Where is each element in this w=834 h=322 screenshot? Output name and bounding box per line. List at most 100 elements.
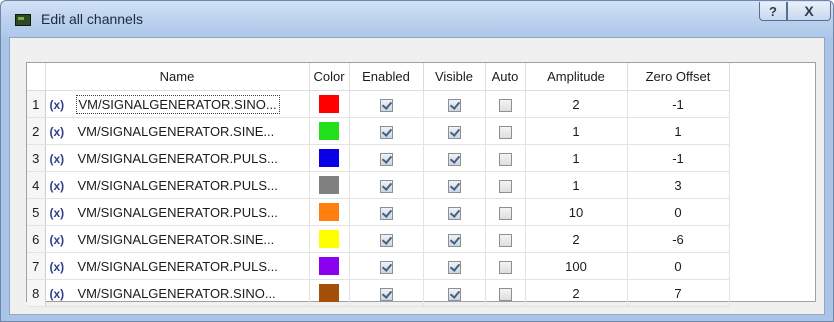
enabled-checkbox[interactable] xyxy=(379,287,393,301)
table-row[interactable]: 5 (x) VM/SIGNALGENERATOR.PULS... 10 0 xyxy=(27,198,730,226)
visible-cell xyxy=(423,225,486,253)
enabled-cell xyxy=(349,279,424,307)
enabled-cell xyxy=(349,252,424,280)
channel-name-cell[interactable]: (x) VM/SIGNALGENERATOR.PULS... xyxy=(45,144,310,172)
dialog-client-area: Name Color Enabled Visible Auto Amplitud… xyxy=(9,37,825,315)
color-swatch[interactable] xyxy=(319,203,339,221)
auto-checkbox[interactable] xyxy=(498,125,512,139)
expression-icon: (x) xyxy=(49,286,65,301)
zero-offset-cell[interactable]: 3 xyxy=(627,171,730,199)
amplitude-cell[interactable]: 10 xyxy=(525,198,628,226)
color-cell[interactable] xyxy=(309,117,350,145)
channel-name[interactable]: VM/SIGNALGENERATOR.PULS... xyxy=(76,258,280,275)
visible-checkbox[interactable] xyxy=(447,152,461,166)
header-name[interactable]: Name xyxy=(45,63,310,91)
channel-name[interactable]: VM/SIGNALGENERATOR.PULS... xyxy=(76,204,280,221)
auto-checkbox[interactable] xyxy=(498,98,512,112)
zero-offset-cell[interactable]: -6 xyxy=(627,225,730,253)
header-color[interactable]: Color xyxy=(309,63,350,91)
channel-name[interactable]: VM/SIGNALGENERATOR.PULS... xyxy=(76,177,280,194)
zero-offset-cell[interactable]: -1 xyxy=(627,90,730,118)
color-swatch[interactable] xyxy=(319,230,339,248)
amplitude-cell[interactable]: 1 xyxy=(525,171,628,199)
row-number: 7 xyxy=(27,252,46,280)
visible-checkbox[interactable] xyxy=(447,206,461,220)
enabled-checkbox[interactable] xyxy=(379,125,393,139)
channel-name-cell[interactable]: (x) VM/SIGNALGENERATOR.PULS... xyxy=(45,252,310,280)
title-bar[interactable]: Edit all channels ? X xyxy=(1,1,833,37)
enabled-checkbox[interactable] xyxy=(379,179,393,193)
header-enabled[interactable]: Enabled xyxy=(349,63,424,91)
zero-offset-cell[interactable]: -1 xyxy=(627,144,730,172)
auto-checkbox[interactable] xyxy=(498,152,512,166)
table-row[interactable]: 3 (x) VM/SIGNALGENERATOR.PULS... 1 -1 xyxy=(27,144,730,172)
amplitude-cell[interactable]: 2 xyxy=(525,90,628,118)
header-amplitude[interactable]: Amplitude xyxy=(525,63,628,91)
channel-name[interactable]: VM/SIGNALGENERATOR.SINE... xyxy=(76,123,277,140)
amplitude-cell[interactable]: 1 xyxy=(525,144,628,172)
visible-checkbox[interactable] xyxy=(447,98,461,112)
auto-checkbox[interactable] xyxy=(498,233,512,247)
zero-offset-cell[interactable]: 1 xyxy=(627,117,730,145)
enabled-checkbox[interactable] xyxy=(379,98,393,112)
visible-checkbox[interactable] xyxy=(447,260,461,274)
channel-name[interactable]: VM/SIGNALGENERATOR.SINO... xyxy=(75,94,280,114)
channel-name[interactable]: VM/SIGNALGENERATOR.PULS... xyxy=(76,150,280,167)
color-cell[interactable] xyxy=(309,225,350,253)
help-button[interactable]: ? xyxy=(759,2,787,21)
header-visible[interactable]: Visible xyxy=(423,63,486,91)
expression-icon: (x) xyxy=(49,232,65,247)
header-auto[interactable]: Auto xyxy=(485,63,526,91)
table-row[interactable]: 4 (x) VM/SIGNALGENERATOR.PULS... 1 3 xyxy=(27,171,730,199)
auto-cell xyxy=(485,225,526,253)
zero-offset-cell[interactable]: 0 xyxy=(627,198,730,226)
table-row[interactable]: 7 (x) VM/SIGNALGENERATOR.PULS... 100 0 xyxy=(27,252,730,280)
table-row[interactable]: 2 (x) VM/SIGNALGENERATOR.SINE... 1 1 xyxy=(27,117,730,145)
table-row[interactable]: 6 (x) VM/SIGNALGENERATOR.SINE... 2 -6 xyxy=(27,225,730,253)
channel-name-cell[interactable]: (x) VM/SIGNALGENERATOR.SINO... xyxy=(45,90,310,118)
color-cell[interactable] xyxy=(309,144,350,172)
visible-checkbox[interactable] xyxy=(447,179,461,193)
enabled-checkbox[interactable] xyxy=(379,233,393,247)
auto-checkbox[interactable] xyxy=(498,206,512,220)
channel-name-cell[interactable]: (x) VM/SIGNALGENERATOR.SINE... xyxy=(45,117,310,145)
visible-checkbox[interactable] xyxy=(447,233,461,247)
amplitude-cell[interactable]: 100 xyxy=(525,252,628,280)
color-cell[interactable] xyxy=(309,171,350,199)
enabled-checkbox[interactable] xyxy=(379,152,393,166)
color-cell[interactable] xyxy=(309,90,350,118)
enabled-checkbox[interactable] xyxy=(379,260,393,274)
amplitude-cell[interactable]: 2 xyxy=(525,279,628,307)
close-button[interactable]: X xyxy=(787,2,831,21)
color-swatch[interactable] xyxy=(319,257,339,275)
color-cell[interactable] xyxy=(309,198,350,226)
channel-name-cell[interactable]: (x) VM/SIGNALGENERATOR.PULS... xyxy=(45,171,310,199)
channel-name-cell[interactable]: (x) VM/SIGNALGENERATOR.SINO... xyxy=(45,279,310,307)
color-swatch[interactable] xyxy=(319,95,339,113)
enabled-cell xyxy=(349,171,424,199)
table-row[interactable]: 1 (x) VM/SIGNALGENERATOR.SINO... 2 -1 xyxy=(27,90,730,118)
color-cell[interactable] xyxy=(309,279,350,307)
visible-checkbox[interactable] xyxy=(447,125,461,139)
auto-checkbox[interactable] xyxy=(498,287,512,301)
amplitude-cell[interactable]: 2 xyxy=(525,225,628,253)
zero-offset-cell[interactable]: 7 xyxy=(627,279,730,307)
table-row[interactable]: 8 (x) VM/SIGNALGENERATOR.SINO... 2 7 xyxy=(27,279,730,307)
enabled-checkbox[interactable] xyxy=(379,206,393,220)
auto-checkbox[interactable] xyxy=(498,260,512,274)
visible-cell xyxy=(423,198,486,226)
color-swatch[interactable] xyxy=(319,149,339,167)
color-cell[interactable] xyxy=(309,252,350,280)
header-zero-offset[interactable]: Zero Offset xyxy=(627,63,730,91)
amplitude-cell[interactable]: 1 xyxy=(525,117,628,145)
color-swatch[interactable] xyxy=(319,176,339,194)
zero-offset-cell[interactable]: 0 xyxy=(627,252,730,280)
channel-name[interactable]: VM/SIGNALGENERATOR.SINO... xyxy=(76,285,278,302)
color-swatch[interactable] xyxy=(319,122,339,140)
channel-name-cell[interactable]: (x) VM/SIGNALGENERATOR.SINE... xyxy=(45,225,310,253)
auto-checkbox[interactable] xyxy=(498,179,512,193)
color-swatch[interactable] xyxy=(319,284,339,302)
visible-checkbox[interactable] xyxy=(447,287,461,301)
channel-name-cell[interactable]: (x) VM/SIGNALGENERATOR.PULS... xyxy=(45,198,310,226)
channel-name[interactable]: VM/SIGNALGENERATOR.SINE... xyxy=(76,231,277,248)
